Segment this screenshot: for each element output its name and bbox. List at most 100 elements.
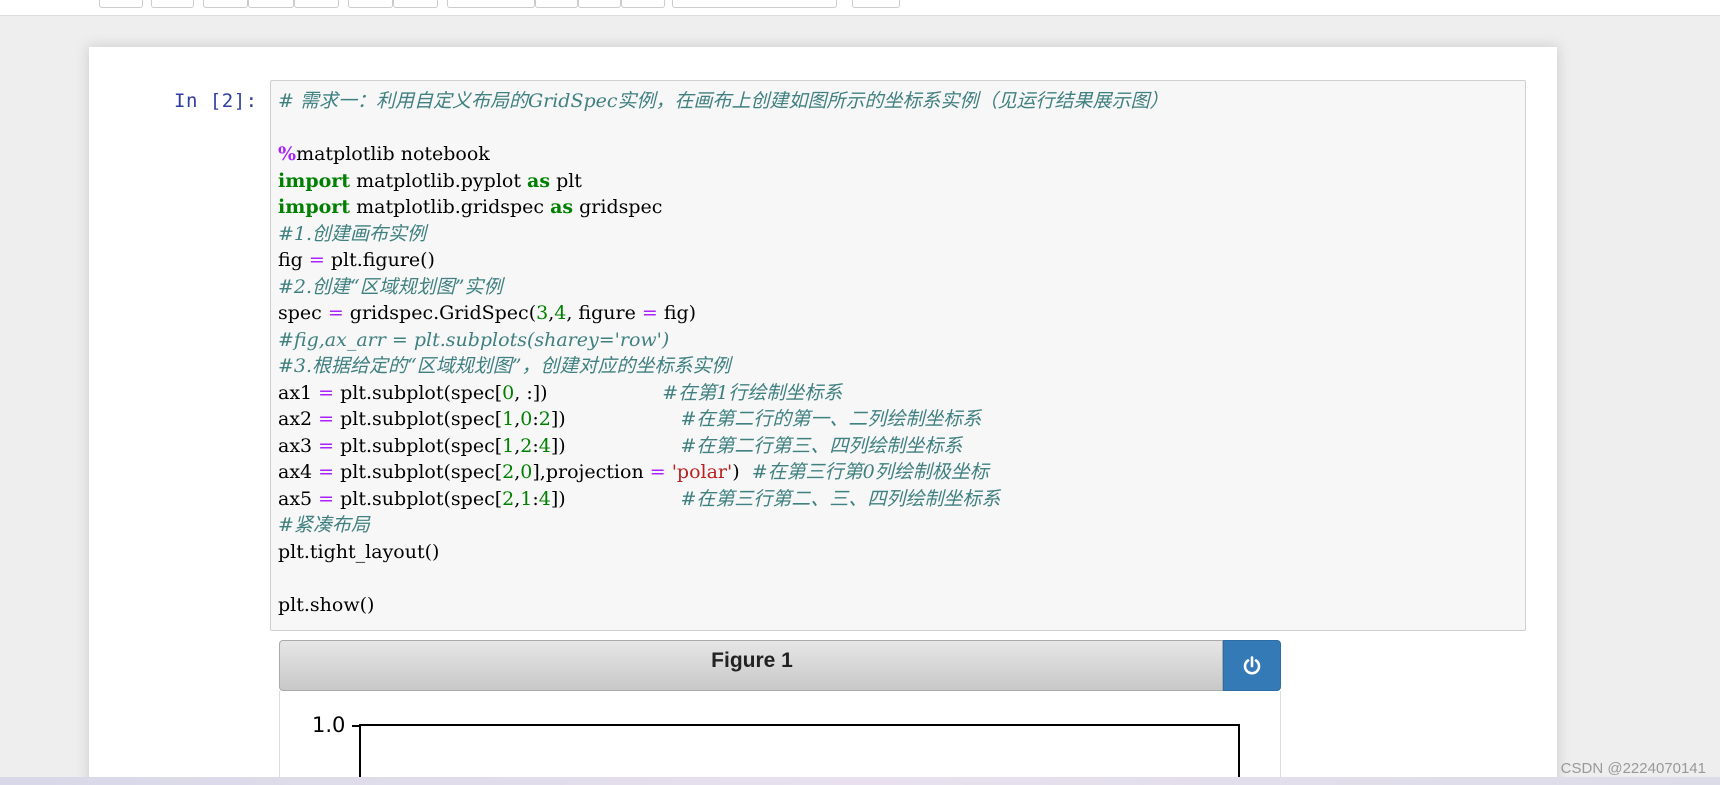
code-line: ax5 = plt.subplot(spec[2,1:4]) #在第三行第二、三… <box>278 486 1169 513</box>
code-token: ],projection <box>532 461 650 483</box>
toolbar-button[interactable] <box>203 0 248 8</box>
code-token: 0 <box>520 408 533 430</box>
code-line: # 需求一：利用自定义布局的GridSpec实例，在画布上创建如图所示的坐标系实… <box>278 88 1169 115</box>
code-token: ) <box>732 461 752 483</box>
code-token: 1 <box>502 434 515 457</box>
code-token: gridspec <box>573 196 663 218</box>
code-token: as <box>527 169 551 192</box>
code-token: spec <box>278 302 328 324</box>
code-token: ]) <box>550 487 681 510</box>
toolbar-button[interactable] <box>348 0 393 8</box>
code-line: #1.创建画布实例 <box>278 221 1169 248</box>
code-token: 2 <box>538 408 551 430</box>
code-token: % <box>278 143 297 165</box>
code-token: plt.figure() <box>324 249 435 271</box>
code-token: 2 <box>502 461 515 483</box>
toolbar-button[interactable] <box>294 0 339 8</box>
toolbar-button[interactable] <box>248 0 294 8</box>
code-token: = <box>318 381 335 404</box>
toolbar-button[interactable] <box>447 0 535 8</box>
code-line: #紧凑布局 <box>278 512 1169 539</box>
code-token: #2.创建“区域规划图”实例 <box>278 275 503 298</box>
code-line: #3.根据给定的“区域规划图”，创建对应的坐标系实例 <box>278 353 1169 380</box>
toolbar-button[interactable] <box>393 0 438 8</box>
code-line: #2.创建“区域规划图”实例 <box>278 274 1169 301</box>
code-token: #fig,ax_arr = plt.subplots(sharey='row') <box>278 328 670 351</box>
code-line: import matplotlib.gridspec as gridspec <box>278 194 1169 221</box>
code-line: ax1 = plt.subplot(spec[0, :]) #在第1行绘制坐标系 <box>278 380 1169 407</box>
code-token: #紧凑布局 <box>278 514 370 536</box>
y-tick-label: 1.0 <box>312 713 346 737</box>
code-line: plt.show() <box>278 592 1169 619</box>
code-token: matplotlib.pyplot <box>350 169 528 192</box>
code-token: plt.subplot(spec[ <box>334 381 503 404</box>
code-editor[interactable]: # 需求一：利用自定义布局的GridSpec实例，在画布上创建如图所示的坐标系实… <box>278 88 1169 618</box>
code-token: # 需求一：利用自定义布局的GridSpec实例，在画布上创建如图所示的坐标系实… <box>278 90 1169 112</box>
window-bottom-strip <box>0 777 1720 785</box>
code-token: = <box>649 461 666 483</box>
code-token: matplotlib notebook <box>296 143 490 165</box>
code-token: plt.show() <box>278 593 375 616</box>
code-token: 4 <box>538 487 551 510</box>
toolbar-button[interactable] <box>852 0 900 8</box>
code-token: as <box>550 196 574 218</box>
figure-header: Figure 1 <box>279 640 1223 691</box>
code-token: plt.subplot(spec[ <box>334 434 503 457</box>
code-line: ax3 = plt.subplot(spec[1,2:4]) #在第二行第三、四… <box>278 433 1169 460</box>
code-token: fig) <box>657 302 697 324</box>
toolbar-button[interactable] <box>535 0 578 8</box>
code-token: #在第三行第二、三、四列绘制坐标系 <box>680 487 1001 510</box>
code-token: , :]) <box>514 381 663 404</box>
toolbar-button[interactable] <box>151 0 194 8</box>
code-token: 'polar' <box>671 461 733 483</box>
code-token: , figure <box>566 302 642 324</box>
code-token: #1.创建画布实例 <box>278 222 427 245</box>
code-token: ax3 <box>278 434 319 457</box>
code-token: = <box>308 249 325 271</box>
code-token: 0 <box>520 461 533 483</box>
code-line: plt.tight_layout() <box>278 539 1169 566</box>
code-token: 4 <box>554 302 567 324</box>
code-token: = <box>318 461 335 483</box>
code-token: import <box>278 196 351 218</box>
code-token: plt <box>550 169 582 192</box>
code-token: = <box>318 487 335 510</box>
code-token: #在第三行第0列绘制极坐标 <box>751 461 989 483</box>
code-token: = <box>641 302 658 324</box>
code-line: #fig,ax_arr = plt.subplots(sharey='row') <box>278 327 1169 354</box>
code-token: 0 <box>502 381 515 404</box>
code-token: 2 <box>502 487 515 510</box>
code-token: 2 <box>520 434 533 457</box>
code-token: #在第二行第三、四列绘制坐标系 <box>680 434 963 457</box>
axes-frame <box>359 724 1240 785</box>
code-token: plt.subplot(spec[ <box>334 461 503 483</box>
code-token: #3.根据给定的“区域规划图”，创建对应的坐标系实例 <box>278 355 731 377</box>
code-token: fig <box>278 249 309 271</box>
toolbar-button[interactable] <box>578 0 621 8</box>
input-prompt: In [2]: <box>174 90 258 112</box>
code-token: 1 <box>520 487 533 510</box>
code-token: 1 <box>502 408 515 430</box>
figure-close-button[interactable] <box>1223 640 1281 691</box>
code-token: import <box>278 169 351 192</box>
code-line: ax2 = plt.subplot(spec[1,0:2]) #在第二行的第一、… <box>278 406 1169 433</box>
code-token: gridspec.GridSpec( <box>343 302 537 324</box>
code-token: = <box>327 302 344 324</box>
code-token: ax4 <box>278 461 319 483</box>
toolbar-button[interactable] <box>621 0 665 8</box>
code-token: matplotlib.gridspec <box>350 196 551 218</box>
cell-type-select[interactable] <box>672 0 837 8</box>
code-token: = <box>318 408 335 430</box>
power-icon <box>1243 655 1261 674</box>
code-token: ax1 <box>278 381 319 404</box>
toolbar-button[interactable] <box>99 0 143 8</box>
notebook-toolbar <box>0 0 1720 16</box>
code-token: 4 <box>538 434 551 457</box>
code-line: %matplotlib notebook <box>278 141 1169 168</box>
code-token: = <box>318 434 335 457</box>
code-token: ax2 <box>278 408 319 430</box>
code-token: plt.subplot(spec[ <box>334 408 503 430</box>
code-token: #在第1行绘制坐标系 <box>662 381 843 404</box>
code-token: ax5 <box>278 487 319 510</box>
